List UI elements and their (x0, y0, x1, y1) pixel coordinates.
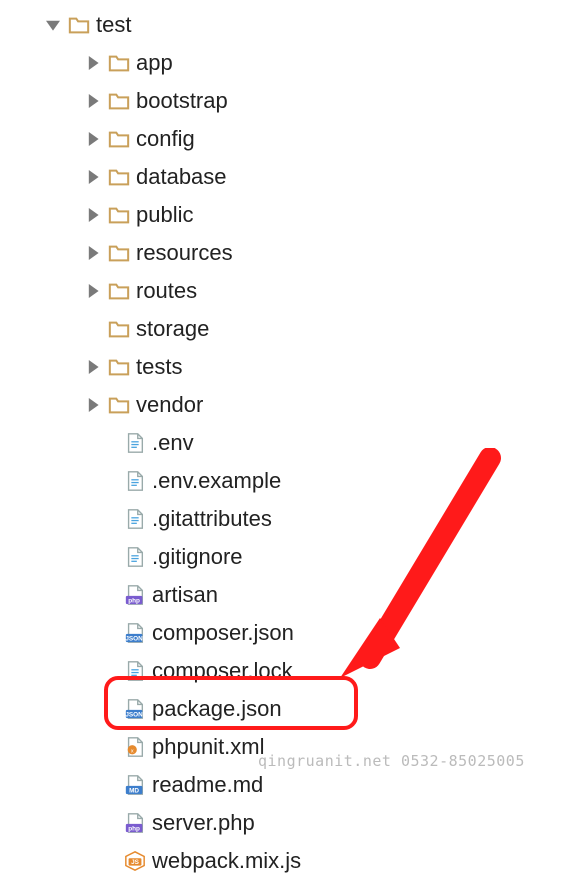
folder-label: database (136, 164, 227, 190)
svg-text:JSON: JSON (125, 635, 143, 642)
folder-label: bootstrap (136, 88, 228, 114)
file-icon (124, 546, 146, 568)
tree-folder[interactable]: tests (0, 348, 578, 386)
svg-text:JS: JS (131, 859, 140, 866)
folder-icon (108, 394, 130, 416)
chevron-right-icon[interactable] (84, 244, 102, 262)
tree-file[interactable]: MD readme.md (0, 766, 578, 804)
folder-label: public (136, 202, 193, 228)
tree-folder[interactable]: resources (0, 234, 578, 272)
tree-file[interactable]: php server.php (0, 804, 578, 842)
chevron-right-icon[interactable] (84, 320, 102, 338)
tree-file[interactable]: composer.lock (0, 652, 578, 690)
folder-label: tests (136, 354, 182, 380)
file-icon: x (124, 736, 146, 758)
folder-label: routes (136, 278, 197, 304)
tree-file[interactable]: php artisan (0, 576, 578, 614)
folder-icon (108, 166, 130, 188)
tree-file[interactable]: .gitattributes (0, 500, 578, 538)
chevron-right-icon[interactable] (84, 282, 102, 300)
file-label: artisan (152, 582, 218, 608)
file-label: .gitignore (152, 544, 243, 570)
folder-label: app (136, 50, 173, 76)
file-icon (124, 660, 146, 682)
folder-icon (108, 128, 130, 150)
file-label: .gitattributes (152, 506, 272, 532)
file-icon: MD (124, 774, 146, 796)
folder-icon (108, 90, 130, 112)
file-icon: JSON (124, 622, 146, 644)
svg-text:x: x (131, 749, 134, 755)
tree-folder[interactable]: config (0, 120, 578, 158)
file-label: composer.lock (152, 658, 293, 684)
chevron-right-icon[interactable] (84, 168, 102, 186)
tree-folder[interactable]: storage (0, 310, 578, 348)
file-label: webpack.mix.js (152, 848, 301, 874)
file-icon: php (124, 812, 146, 834)
folder-icon (108, 242, 130, 264)
file-tree: test app bootstrap config database publi… (0, 0, 578, 880)
chevron-right-icon[interactable] (84, 92, 102, 110)
file-icon (124, 432, 146, 454)
file-label: server.php (152, 810, 255, 836)
chevron-right-icon[interactable] (84, 206, 102, 224)
file-label: .env.example (152, 468, 281, 494)
folder-icon (108, 204, 130, 226)
tree-folder[interactable]: routes (0, 272, 578, 310)
tree-folder[interactable]: public (0, 196, 578, 234)
tree-file[interactable]: .gitignore (0, 538, 578, 576)
folder-label: test (96, 12, 131, 38)
chevron-right-icon[interactable] (84, 130, 102, 148)
file-label: phpunit.xml (152, 734, 265, 760)
svg-text:php: php (128, 597, 140, 604)
svg-text:MD: MD (129, 787, 139, 794)
chevron-down-icon[interactable] (44, 16, 62, 34)
svg-text:JSON: JSON (125, 711, 143, 718)
file-label: readme.md (152, 772, 263, 798)
chevron-right-icon[interactable] (84, 396, 102, 414)
folder-label: vendor (136, 392, 203, 418)
tree-file[interactable]: JS webpack.mix.js (0, 842, 578, 880)
tree-file[interactable]: JSON composer.json (0, 614, 578, 652)
file-icon (124, 508, 146, 530)
tree-folder[interactable]: vendor (0, 386, 578, 424)
tree-folder[interactable]: database (0, 158, 578, 196)
tree-file[interactable]: .env (0, 424, 578, 462)
folder-icon (108, 280, 130, 302)
tree-folder[interactable]: app (0, 44, 578, 82)
chevron-right-icon[interactable] (84, 358, 102, 376)
folder-icon (108, 356, 130, 378)
svg-text:php: php (128, 825, 140, 832)
folder-label: resources (136, 240, 233, 266)
folder-label: storage (136, 316, 209, 342)
file-icon: JS (124, 850, 146, 872)
tree-folder[interactable]: bootstrap (0, 82, 578, 120)
file-icon (124, 470, 146, 492)
file-icon: JSON (124, 698, 146, 720)
tree-file[interactable]: .env.example (0, 462, 578, 500)
file-label: composer.json (152, 620, 294, 646)
file-label: package.json (152, 696, 282, 722)
file-icon: php (124, 584, 146, 606)
file-label: .env (152, 430, 194, 456)
tree-file[interactable]: x phpunit.xml (0, 728, 578, 766)
folder-label: config (136, 126, 195, 152)
tree-file[interactable]: JSON package.json (0, 690, 578, 728)
folder-icon (68, 14, 90, 36)
tree-folder-root[interactable]: test (0, 6, 578, 44)
folder-icon (108, 52, 130, 74)
chevron-right-icon[interactable] (84, 54, 102, 72)
folder-icon (108, 318, 130, 340)
